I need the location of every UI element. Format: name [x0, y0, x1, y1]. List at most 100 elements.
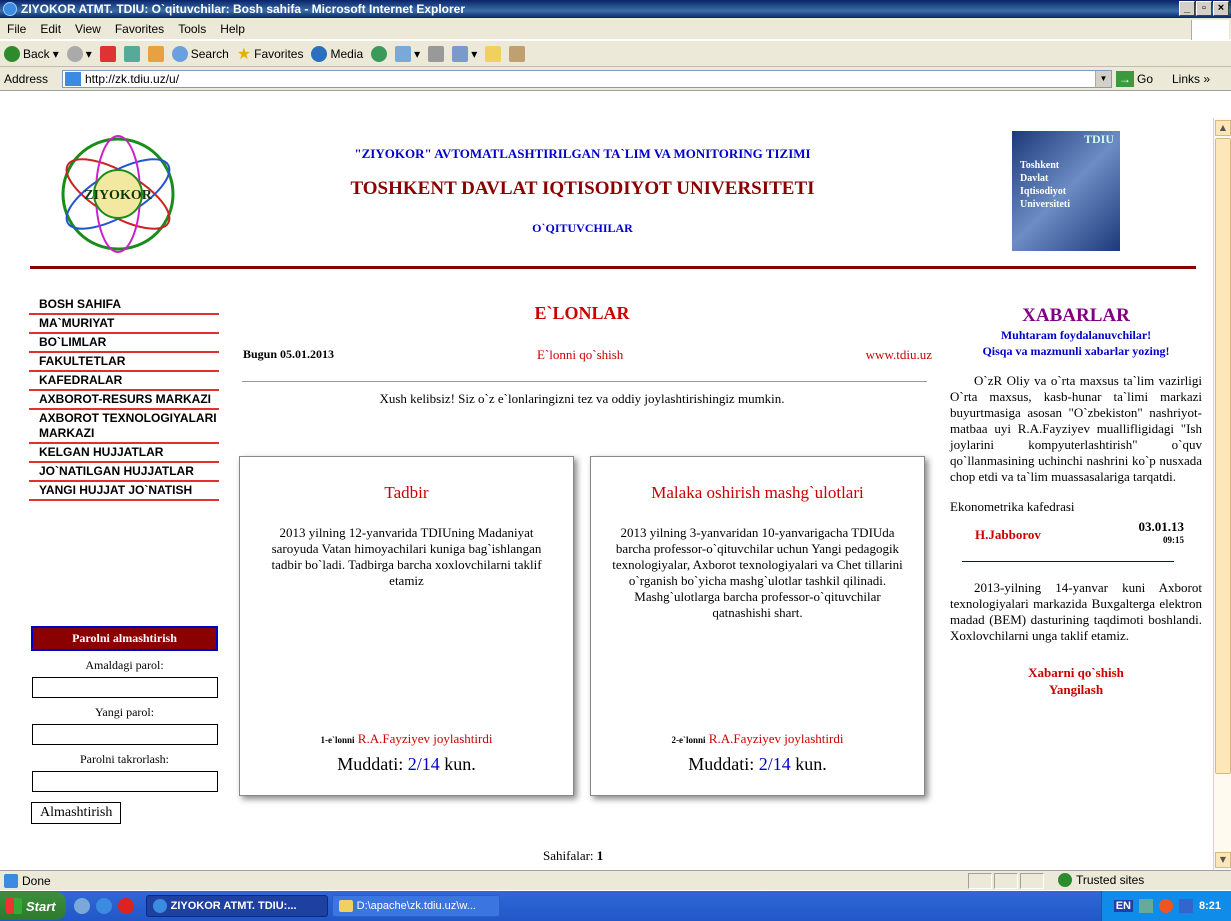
- card-body: 2013 yilning 3-yanvaridan 10-yanvarigach…: [612, 525, 903, 620]
- news-title: XABARLAR: [1022, 305, 1130, 326]
- status-text: Done: [22, 873, 51, 888]
- welcome-text: Xush kelibsiz! Siz o`z e`lonlaringizni t…: [379, 391, 785, 406]
- window-title: ZIYOKOR ATMT. TDIU: O`qituvchilar: Bosh …: [21, 2, 466, 16]
- nav-bosh-sahifa[interactable]: BOSH SAHIFA: [29, 296, 219, 315]
- sidebar-nav: BOSH SAHIFA MA`MURIYAT BO`LIMLAR FAKULTE…: [29, 296, 219, 501]
- media-icon: [311, 45, 328, 62]
- refresh-news-link[interactable]: Yangilash: [950, 681, 1202, 698]
- address-dropdown-icon[interactable]: ▼: [1095, 71, 1111, 87]
- close-button[interactable]: ×: [1213, 1, 1229, 16]
- history-button[interactable]: [371, 45, 388, 62]
- minimize-button[interactable]: _: [1179, 1, 1195, 16]
- status-segment: [994, 873, 1018, 889]
- go-button[interactable]: → Go: [1116, 71, 1153, 87]
- repeat-password-input[interactable]: [32, 771, 218, 792]
- links-button[interactable]: Links »: [1172, 72, 1210, 86]
- card-author-link[interactable]: R.A.Fayziyev joylashtirdi: [358, 731, 493, 746]
- taskbar-ie-window[interactable]: ZIYOKOR ATMT. TDIU:...: [145, 895, 328, 917]
- discuss-button[interactable]: [485, 45, 502, 62]
- folder-icon: [485, 45, 502, 62]
- menu-view[interactable]: View: [75, 22, 101, 36]
- page-number-link[interactable]: 1: [597, 848, 604, 863]
- taskbar: Start ZIYOKOR ATMT. TDIU:... D:\apache\z…: [0, 891, 1231, 921]
- address-input[interactable]: http://zk.tdiu.uz/u/ ▼: [62, 70, 1112, 88]
- scroll-up-icon[interactable]: ▲: [1215, 120, 1231, 136]
- opera-tray-icon[interactable]: [1158, 899, 1173, 913]
- security-zone: Trusted sites: [1058, 873, 1144, 887]
- university-title: TOSHKENT DAVLAT IQTISODIYOT UNIVERSITETI: [350, 178, 815, 199]
- card-term: Muddati: 2/14 kun.: [337, 754, 476, 774]
- nav-axborot-resurs[interactable]: AXBOROT-RESURS MARKAZI: [29, 391, 219, 410]
- vertical-scrollbar[interactable]: ▲ ▼: [1213, 118, 1231, 870]
- news-divider: [962, 561, 1174, 562]
- star-icon: ★: [236, 45, 252, 63]
- edit-button[interactable]: ▾: [452, 45, 477, 62]
- ie-icon: [152, 899, 167, 913]
- forward-button[interactable]: ▾: [66, 45, 92, 62]
- news-section: XABARLAR Muhtaram foydalanuvchilar! Qisq…: [950, 296, 1202, 698]
- scroll-thumb[interactable]: [1215, 138, 1231, 774]
- nav-jonatilgan-hujjatlar[interactable]: JO`NATILGAN HUJJATLAR: [29, 463, 219, 482]
- announcements-section: E`LONLAR Bugun 05.01.2013 E`lonni qo`shi…: [232, 296, 932, 796]
- back-button[interactable]: Back ▾: [4, 45, 59, 62]
- announcements-title: E`LONLAR: [534, 303, 630, 323]
- news-subtitle-1: Muhtaram foydalanuvchilar!: [1000, 328, 1152, 342]
- nav-kelgan-hujjatlar[interactable]: KELGAN HUJJATLAR: [29, 444, 219, 463]
- menu-file[interactable]: File: [7, 22, 26, 36]
- site-link[interactable]: www.tdiu.uz: [866, 347, 932, 363]
- nav-bolimlar[interactable]: BO`LIMLAR: [29, 334, 219, 353]
- menu-favorites[interactable]: Favorites: [115, 22, 164, 36]
- media-button[interactable]: Media: [311, 45, 363, 62]
- window-titlebar: ZIYOKOR ATMT. TDIU: O`qituvchilar: Bosh …: [0, 0, 1231, 18]
- stop-button[interactable]: [99, 45, 116, 62]
- card-title: Malaka oshirish mashg`ulotlari: [651, 483, 864, 502]
- maximize-button[interactable]: ▫: [1196, 1, 1212, 16]
- desktop-icon[interactable]: [73, 898, 90, 914]
- taskbar-folder-window[interactable]: D:\apache\zk.tdiu.uz\w...: [331, 895, 500, 917]
- current-password-input[interactable]: [32, 677, 218, 698]
- page-content: ZIYOKOR "ZIYOKOR" AVTOMATLASHTIRILGAN TA…: [0, 91, 1213, 870]
- home-icon: [147, 45, 164, 62]
- print-button[interactable]: [428, 45, 445, 62]
- nav-kafedralar[interactable]: KAFEDRALAR: [29, 372, 219, 391]
- start-button[interactable]: Start: [0, 892, 66, 920]
- nav-axborot-texnologiyalari[interactable]: AXBOROT TEXNOLOGIYALARI MARKAZI: [29, 410, 219, 444]
- refresh-button[interactable]: [123, 45, 140, 62]
- nav-mamuriyat[interactable]: MA`MURIYAT: [29, 315, 219, 334]
- nav-fakultetlar[interactable]: FAKULTETLAR: [29, 353, 219, 372]
- mail-button[interactable]: ▾: [395, 45, 420, 62]
- network-icon[interactable]: [1138, 899, 1153, 913]
- favorites-button[interactable]: ★ Favorites: [237, 44, 304, 64]
- center-divider: [242, 381, 927, 382]
- ie-icon[interactable]: [95, 898, 112, 914]
- add-news-link[interactable]: Xabarni qo`shish: [950, 664, 1202, 681]
- status-bar: Done Trusted sites: [0, 870, 1231, 890]
- card-author-link[interactable]: R.A.Fayziyev joylashtirdi: [709, 731, 844, 746]
- home-button[interactable]: [147, 45, 164, 62]
- menu-help[interactable]: Help: [220, 22, 245, 36]
- language-indicator[interactable]: EN: [1113, 900, 1133, 912]
- page-done-icon: [4, 873, 18, 888]
- menu-edit[interactable]: Edit: [40, 22, 61, 36]
- clock: 8:21: [1198, 900, 1221, 912]
- scroll-down-icon[interactable]: ▼: [1215, 852, 1231, 868]
- add-announcement-link[interactable]: E`lonni qo`shish: [537, 347, 623, 363]
- windows-flag-icon: [6, 898, 22, 914]
- messenger-button[interactable]: [509, 45, 526, 62]
- menu-tools[interactable]: Tools: [178, 22, 206, 36]
- system-title: "ZIYOKOR" AVTOMATLASHTIRILGAN TA`LIM VA …: [354, 146, 811, 161]
- announcement-card: Malaka oshirish mashg`ulotlari 2013 yiln…: [590, 456, 925, 796]
- opera-icon[interactable]: [117, 898, 134, 914]
- address-label: Address: [4, 71, 49, 86]
- nav-yangi-hujjat[interactable]: YANGI HUJJAT JO`NATISH: [29, 482, 219, 501]
- password-form-header: Parolni almashtirish: [31, 626, 218, 651]
- new-password-input[interactable]: [32, 724, 218, 745]
- search-button[interactable]: Search: [171, 45, 229, 62]
- mail-icon: [395, 45, 412, 62]
- go-arrow-icon: →: [1116, 71, 1134, 87]
- change-password-button[interactable]: Almashtirish: [31, 802, 122, 824]
- print-icon: [428, 45, 445, 62]
- repeat-password-label: Parolni takrorlash:: [80, 752, 169, 766]
- card-term: Muddati: 2/14 kun.: [688, 754, 827, 774]
- security-tray-icon[interactable]: [1178, 899, 1193, 913]
